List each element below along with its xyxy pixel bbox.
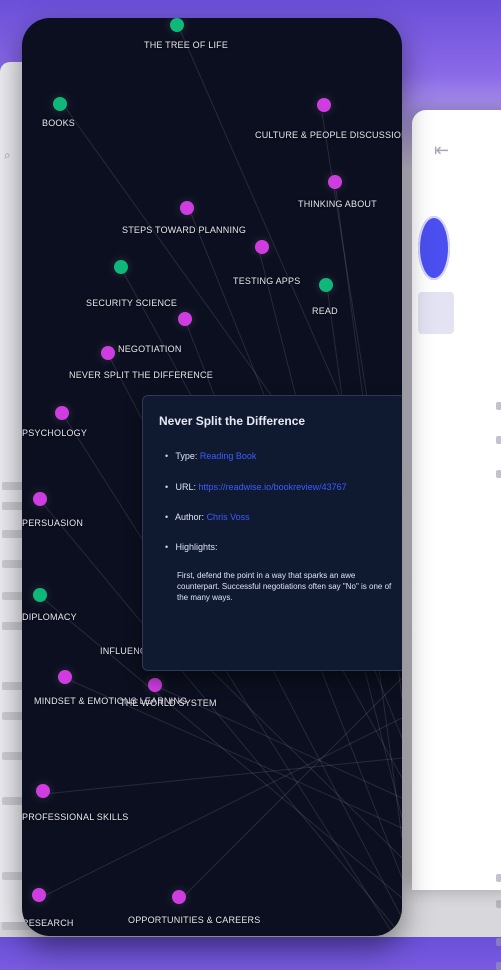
graph-node[interactable] — [148, 678, 162, 692]
graph-node-label: DIPLOMACY — [22, 612, 77, 622]
graph-node[interactable] — [319, 278, 333, 292]
graph-node[interactable] — [178, 312, 192, 326]
bullet-icon: • — [165, 451, 169, 461]
graph-node[interactable] — [114, 260, 128, 274]
graph-node-label: SECURITY SCIENCE — [86, 298, 178, 308]
knowledge-graph-panel[interactable]: THE TREE OF LIFE BOOKS CULTURE & PEOPLE … — [22, 18, 402, 936]
graph-node-label: THE WORLD SYSTEM — [120, 698, 217, 708]
node-tooltip: Never Split the Difference • Type: Readi… — [142, 395, 402, 671]
background-text-line — [496, 470, 501, 478]
background-text-line — [496, 962, 501, 970]
graph-node-label: PSYCHOLOGY — [22, 428, 88, 438]
bullet-icon: • — [165, 542, 169, 552]
graph-node-label: THE TREE OF LIFE — [144, 40, 229, 50]
tooltip-highlight-text: First, defend the point in a way that sp… — [177, 571, 392, 602]
graph-node-label: THINKING ABOUT — [298, 199, 377, 209]
tooltip-type-value[interactable]: Reading Book — [200, 451, 257, 461]
tooltip-author-label: Author: — [175, 512, 205, 522]
search-icon: ⌕ — [4, 148, 11, 162]
graph-node-label: RESEARCH — [22, 918, 74, 928]
background-text-line — [496, 874, 501, 882]
background-text-line — [496, 402, 501, 410]
graph-node[interactable] — [101, 346, 115, 360]
graph-node-label: CULTURE & PEOPLE DISCUSSIONS — [255, 130, 402, 140]
graph-node-label: PROFESSIONAL SKILLS — [22, 812, 129, 822]
tooltip-type-row: • Type: Reading Book — [165, 451, 256, 461]
graph-node-label: OPPORTUNITIES & CAREERS — [128, 915, 261, 925]
graph-node[interactable] — [55, 406, 69, 420]
graph-node[interactable] — [255, 240, 269, 254]
graph-node[interactable] — [36, 784, 50, 798]
tooltip-author-value[interactable]: Chris Voss — [207, 512, 250, 522]
tooltip-title: Never Split the Difference — [159, 414, 306, 428]
back-arrow-icon[interactable]: ⇤ — [434, 140, 449, 161]
background-text-line — [496, 938, 501, 946]
graph-node-label: READ — [312, 306, 338, 316]
graph-node[interactable] — [180, 201, 194, 215]
tooltip-highlights-row: • Highlights: — [165, 542, 218, 552]
graph-node[interactable] — [170, 18, 184, 32]
graph-node[interactable] — [172, 890, 186, 904]
tooltip-author-row: • Author: Chris Voss — [165, 512, 250, 522]
thumbnail-tile[interactable] — [418, 292, 454, 334]
tooltip-url-row: • URL: https://readwise.io/bookreview/43… — [165, 482, 347, 492]
avatar[interactable] — [418, 216, 450, 280]
graph-node-label: PERSUASION — [22, 518, 84, 528]
tooltip-highlights-label: Highlights: — [175, 542, 218, 552]
graph-node[interactable] — [33, 492, 47, 506]
bullet-icon: • — [165, 512, 169, 522]
background-text-line — [496, 436, 501, 444]
graph-node[interactable] — [317, 98, 331, 112]
graph-node-label: STEPS TOWARD PLANNING — [122, 225, 247, 235]
bullet-icon: • — [165, 482, 169, 492]
graph-node[interactable] — [33, 588, 47, 602]
graph-node-label: BOOKS — [42, 118, 76, 128]
graph-node[interactable] — [58, 670, 72, 684]
graph-node[interactable] — [53, 97, 67, 111]
background-text-line — [496, 900, 501, 908]
tooltip-type-label: Type: — [175, 451, 198, 461]
graph-node[interactable] — [32, 888, 46, 902]
tooltip-url-link[interactable]: https://readwise.io/bookreview/43767 — [199, 482, 347, 492]
background-right-window: ⇤ — [412, 110, 501, 970]
graph-node-label: NEGOTIATION — [118, 344, 182, 354]
graph-node[interactable] — [328, 175, 342, 189]
graph-node-label: NEVER SPLIT THE DIFFERENCE — [69, 370, 213, 380]
tooltip-url-label: URL: — [175, 482, 197, 492]
graph-node-label: TESTING APPS — [233, 276, 301, 286]
